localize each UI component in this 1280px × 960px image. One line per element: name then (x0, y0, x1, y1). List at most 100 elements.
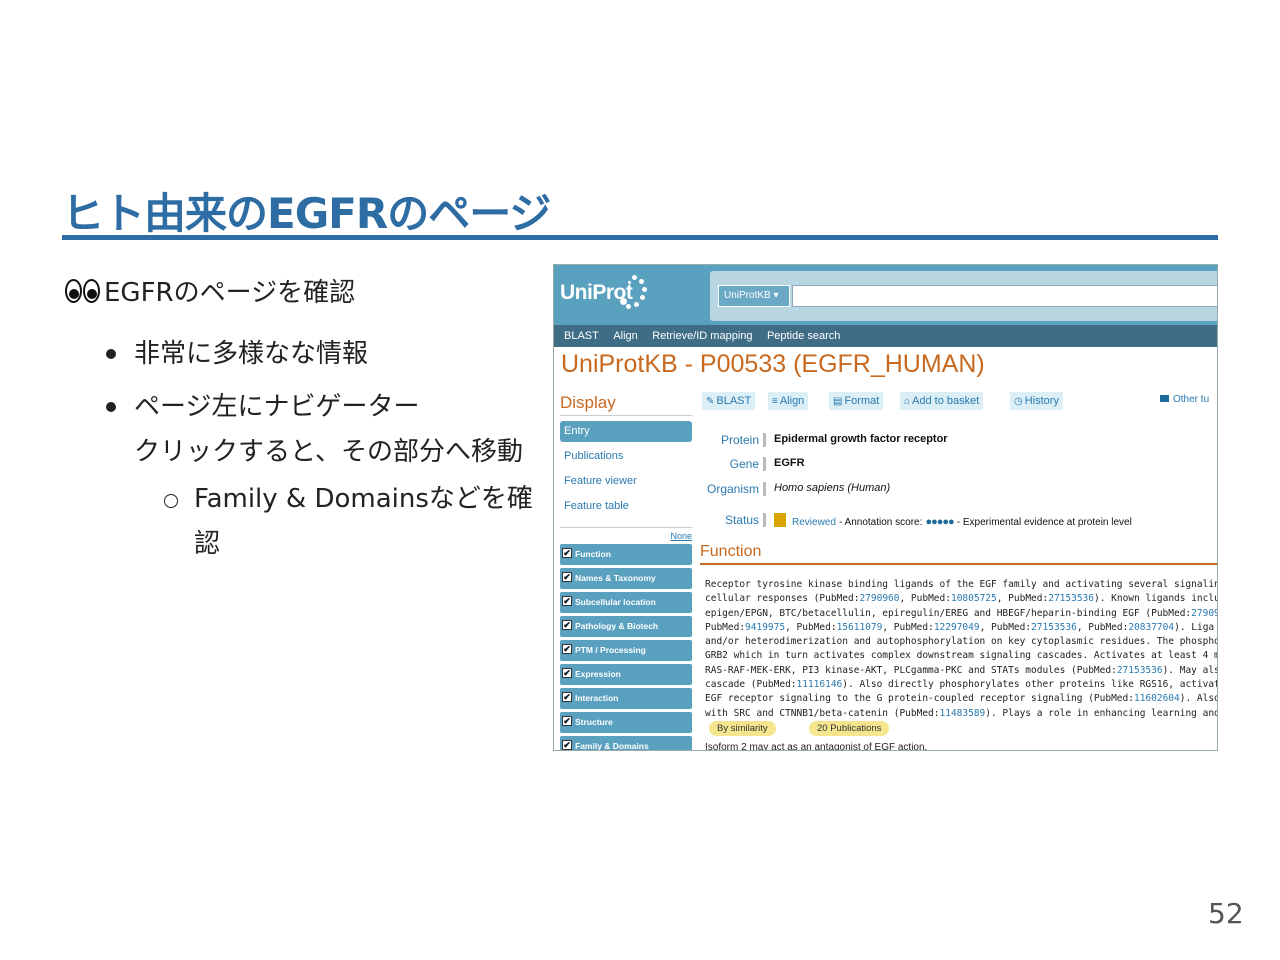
status-label: Status (725, 513, 766, 527)
gene-label: Gene (730, 457, 766, 471)
checkbox-icon[interactable]: ✔ (562, 620, 572, 630)
pubmed-link[interactable]: 2790960 (1191, 608, 1217, 619)
none-link[interactable]: None (560, 527, 692, 541)
sidebar-heading: Display (560, 393, 692, 416)
by-similarity-tag[interactable]: By similarity (709, 721, 776, 736)
section-toggle-pathology-biotech[interactable]: ✔ Pathology & Biotech (560, 616, 692, 637)
sidebar-item-publications[interactable]: Publications (560, 446, 692, 471)
pubmed-link[interactable]: 27153536 (1031, 622, 1077, 633)
function-line: epigen/EPGN, BTC/betacellulin, epireguli… (705, 607, 1217, 621)
pubmed-link[interactable]: 15611079 (837, 622, 883, 633)
publications-tag[interactable]: 20 Publications (809, 721, 890, 736)
function-line: RAS-RAF-MEK-ERK, PI3 kinase-AKT, PLCgamm… (705, 664, 1217, 676)
organism-row: Organism Homo sapiens (Human) (700, 480, 1217, 500)
pubmed-link[interactable]: 12297049 (934, 622, 980, 633)
status-value: Reviewed - Annotation score: ●●●●● - Exp… (774, 513, 1132, 528)
sidebar-item-feature-table[interactable]: Feature table (560, 496, 692, 521)
blast-button[interactable]: ✎ BLAST (702, 392, 756, 410)
basket-icon: ⌂ (904, 396, 911, 407)
isoform-text: Isoform 2 may act as an antagonist of EG… (705, 742, 928, 751)
history-button[interactable]: ◷ History (1010, 392, 1063, 410)
pubmed-link[interactable]: 10805725 (951, 593, 997, 604)
annotation-score-icon: ●●●●● (925, 516, 954, 528)
bullet-list: 非常に多様なな情報 ページ左にナビゲーター クリックすると、その部分へ移動 Fam… (104, 332, 534, 575)
pubmed-link[interactable]: 27153536 (1048, 593, 1094, 604)
align-icon: ≡ (772, 396, 778, 407)
database-select[interactable]: UniProtKB ▾ (718, 285, 790, 307)
title-divider (62, 235, 1218, 240)
logo-dots-icon (614, 273, 647, 311)
checkbox-icon[interactable]: ✔ (562, 596, 572, 606)
checkbox-icon[interactable]: ✔ (562, 548, 572, 558)
slide-title: ヒト由来のEGFRのページ (62, 189, 551, 238)
reviewed-icon (774, 513, 786, 527)
nav-blast[interactable]: BLAST (564, 325, 599, 347)
add-to-basket-button[interactable]: ⌂ Add to basket (900, 392, 984, 410)
uniprot-screenshot: UniProt UniProtKB ▾ BLAST Align Retrieve… (553, 264, 1218, 751)
protein-value: Epidermal growth factor receptor (774, 433, 948, 445)
document-icon: ▤ (833, 396, 843, 407)
section-toggle-expression[interactable]: ✔ Expression (560, 664, 692, 685)
pubmed-link[interactable]: 9419975 (745, 622, 785, 633)
function-line: and/or heterodimerization and autophosph… (705, 636, 1218, 648)
nav-retrieve-id-mapping[interactable]: Retrieve/ID mapping (652, 325, 752, 347)
section-toggle-names-taxonomy[interactable]: ✔ Names & Taxonomy (560, 568, 692, 589)
display-sidebar: Display Entry Publications Feature viewe… (560, 393, 692, 750)
sub-bullet-item: Family & Domainsなどを確認 (134, 477, 534, 567)
function-line: GRB2 which in turn activates complex dow… (705, 650, 1217, 662)
video-icon (1160, 395, 1169, 402)
bullet-item: ページ左にナビゲーター クリックすると、その部分へ移動 Family & Doma… (104, 385, 534, 567)
pubmed-link[interactable]: 2790960 (859, 593, 899, 604)
clock-icon: ◷ (1014, 396, 1023, 407)
function-text: Receptor tyrosine kinase binding ligands… (705, 578, 1218, 721)
pubmed-link[interactable]: 27153536 (1117, 665, 1163, 676)
function-line: with SRC and CTNNB1/beta-catenin (PubMed… (705, 707, 1217, 719)
page-number: 52 (1208, 897, 1244, 930)
checkbox-icon[interactable]: ✔ (562, 572, 572, 582)
reviewed-link[interactable]: Reviewed (792, 517, 836, 528)
entry-toolbar: ✎ BLAST ≡ Align ▤ Format ⌂ Add to basket ◷ Hi… (700, 392, 1217, 412)
top-nav: BLAST Align Retrieve/ID mapping Peptide … (554, 325, 1217, 347)
section-toggle-function[interactable]: ✔ Function (560, 544, 692, 565)
pubmed-link[interactable]: 11116146 (797, 679, 843, 690)
wrench-icon: ✎ (706, 396, 715, 407)
function-line: EGF receptor signaling to the G protein-… (705, 693, 1218, 705)
function-line: cellular responses (PubMed:2790960, PubM… (705, 593, 1217, 605)
format-button[interactable]: ▤ Format (829, 392, 884, 410)
sidebar-item-entry[interactable]: Entry (560, 421, 692, 442)
pubmed-link[interactable]: 11602604 (1134, 693, 1180, 704)
function-line: cascade (PubMed:11116146). Also directly… (705, 679, 1217, 691)
checkbox-icon[interactable]: ✔ (562, 692, 572, 702)
uniprot-header: UniProt UniProtKB ▾ (554, 265, 1217, 325)
checkbox-icon[interactable]: ✔ (562, 668, 572, 678)
search-input[interactable] (792, 285, 1217, 307)
pubmed-link[interactable]: 11483589 (940, 708, 986, 719)
align-button[interactable]: ≡ Align (768, 392, 809, 410)
status-row: Status Reviewed - Annotation score: ●●●●… (700, 511, 1217, 531)
checkbox-icon[interactable]: ✔ (562, 716, 572, 726)
gene-value: EGFR (774, 457, 805, 469)
checkbox-icon[interactable]: ✔ (562, 740, 572, 750)
sidebar-item-feature-viewer[interactable]: Feature viewer (560, 471, 692, 496)
section-toggle-subcellular-location[interactable]: ✔ Subcellular location (560, 592, 692, 613)
section-toggle-family-domains[interactable]: ✔ Family & Domains (560, 736, 692, 750)
section-toggle-structure[interactable]: ✔ Structure (560, 712, 692, 733)
bullet-item: 非常に多様なな情報 (104, 332, 534, 377)
protein-row: Protein Epidermal growth factor receptor (700, 431, 1217, 451)
function-heading: Function (700, 543, 1217, 565)
search-bar: UniProtKB ▾ (710, 271, 1217, 321)
section-toggle-interaction[interactable]: ✔ Interaction (560, 688, 692, 709)
other-tools-link[interactable]: Other tu (1160, 394, 1209, 405)
bullet-text: ページ左にナビゲーター クリックすると、その部分へ移動 (134, 392, 523, 467)
nav-align[interactable]: Align (613, 325, 637, 347)
lead-line: EGFRのページを確認 (64, 272, 355, 309)
checkbox-icon[interactable]: ✔ (562, 644, 572, 654)
pubmed-link[interactable]: 20837704 (1128, 622, 1174, 633)
organism-value[interactable]: Homo sapiens (Human) (774, 482, 890, 494)
function-line: Receptor tyrosine kinase binding ligands… (705, 579, 1217, 590)
nav-peptide-search[interactable]: Peptide search (767, 325, 840, 347)
lead-text: EGFRのページを確認 (104, 278, 356, 308)
section-toggle-ptm-processing[interactable]: ✔ PTM / Processing (560, 640, 692, 661)
protein-label: Protein (721, 433, 766, 447)
organism-label: Organism (707, 482, 766, 496)
